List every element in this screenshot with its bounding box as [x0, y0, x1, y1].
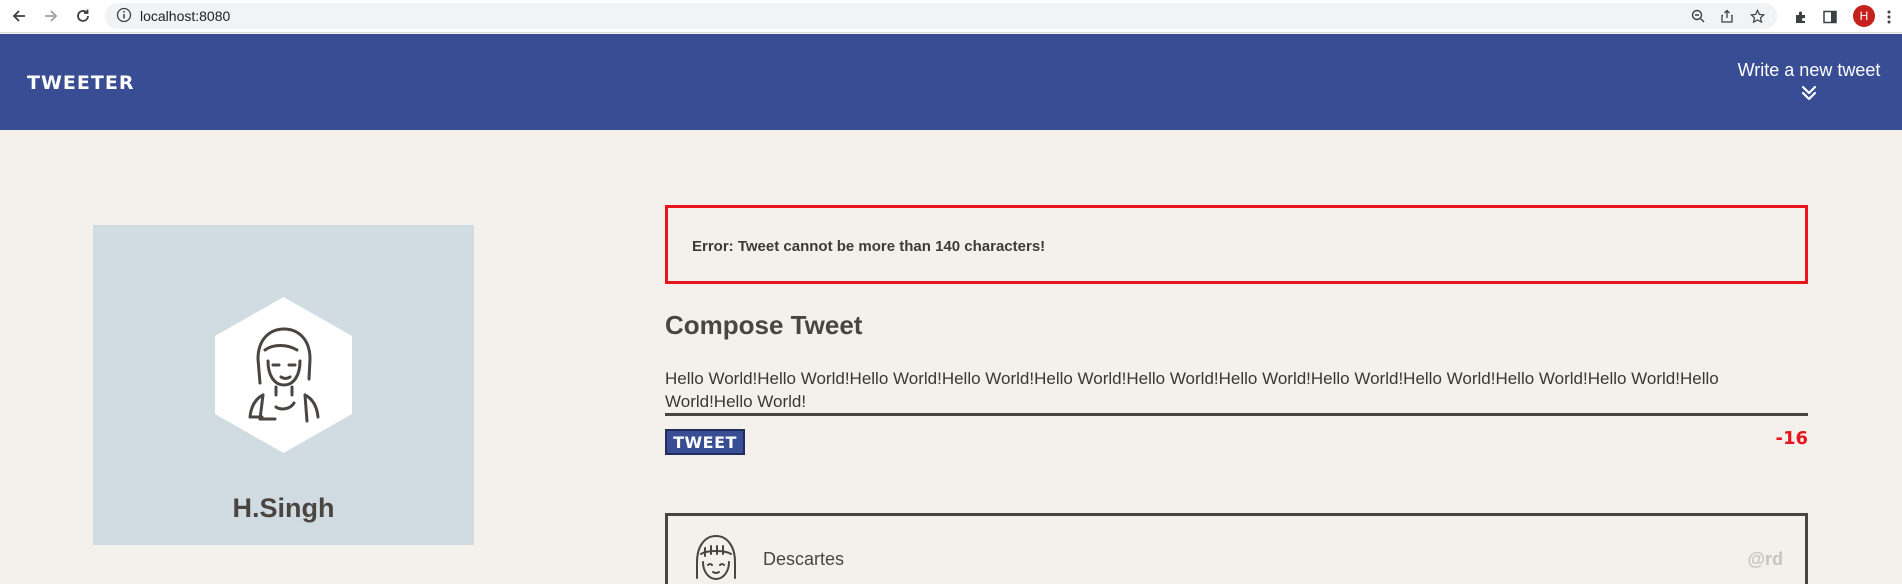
error-text: Error: Tweet cannot be more than 140 cha…	[692, 238, 1046, 255]
url-text: localhost:8080	[140, 8, 231, 24]
side-panel-icon[interactable]	[1819, 6, 1841, 28]
profile-avatar[interactable]: H	[1853, 5, 1875, 27]
write-new-tweet-toggle[interactable]: Write a new tweet	[1719, 60, 1899, 102]
bookmark-star-icon[interactable]	[1747, 7, 1767, 25]
tweet-textarea[interactable]: Hello World!Hello World!Hello World!Hell…	[665, 367, 1808, 413]
author-avatar	[696, 535, 736, 580]
tweet-submit-button[interactable]: TWEET	[665, 429, 745, 455]
write-new-tweet-label: Write a new tweet	[1737, 60, 1881, 80]
forward-arrow-icon[interactable]	[39, 4, 63, 28]
zoom-icon[interactable]	[1688, 7, 1708, 25]
character-counter: -16	[1775, 428, 1808, 449]
brand-logo[interactable]: TWEETER	[27, 72, 134, 94]
share-icon[interactable]	[1717, 7, 1737, 25]
profile-card: H.Singh	[93, 225, 474, 545]
back-arrow-icon[interactable]	[7, 4, 31, 28]
textarea-underline	[665, 413, 1808, 416]
site-info-icon[interactable]	[116, 7, 132, 28]
double-chevron-down-icon	[1801, 85, 1817, 101]
app-header: TWEETER Write a new tweet	[0, 34, 1902, 130]
compose-tweet-heading: Compose Tweet	[665, 310, 863, 340]
error-message: Error: Tweet cannot be more than 140 cha…	[665, 205, 1808, 284]
extensions-icon[interactable]	[1790, 6, 1812, 28]
browser-toolbar: localhost:8080 H	[0, 0, 1902, 33]
user-avatar	[215, 297, 352, 453]
reload-icon[interactable]	[71, 4, 95, 28]
address-bar[interactable]: localhost:8080	[105, 3, 1777, 29]
browser-menu-icon[interactable]	[1881, 6, 1897, 28]
tweet-author-handle: @rd	[1747, 549, 1783, 569]
profile-name: H.Singh	[232, 493, 335, 523]
tweet-card: Descartes @rd	[665, 513, 1808, 584]
tweet-author-name: Descartes	[763, 549, 845, 569]
